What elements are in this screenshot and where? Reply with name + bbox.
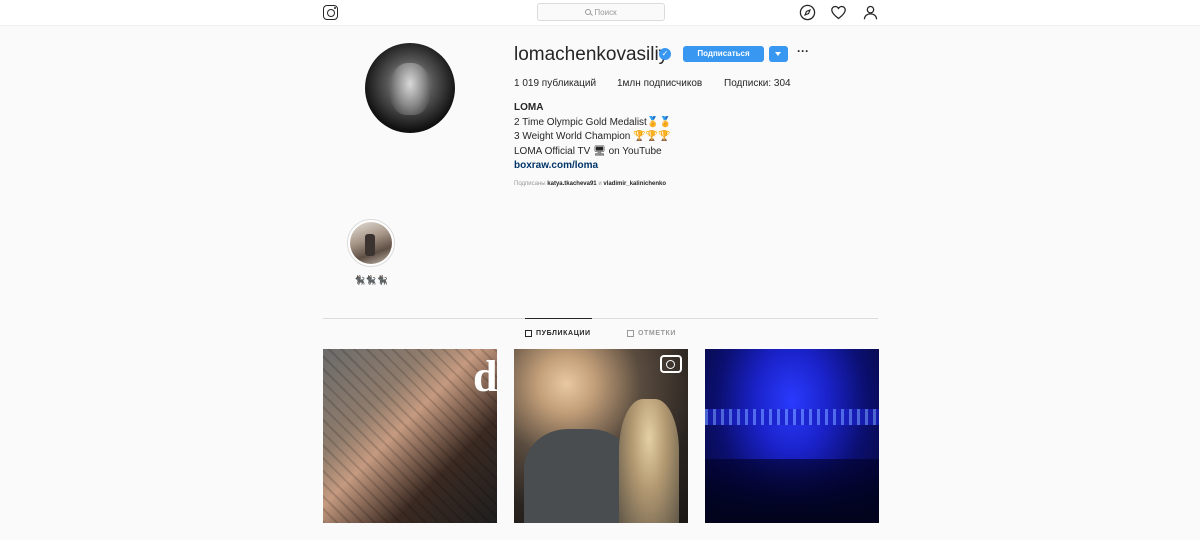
tab-posts[interactable]: ПУБЛИКАЦИИ xyxy=(525,330,591,337)
followed-by-and: и xyxy=(598,181,602,187)
profile-bio: LOMA 2 Time Olympic Gold Medalist🏅🏅 3 We… xyxy=(514,101,672,174)
profile-username: lomachenkovasiliy xyxy=(514,44,669,65)
follow-button[interactable]: Подписаться xyxy=(683,46,764,62)
following-count[interactable]: Подписки: 304 xyxy=(724,78,791,89)
suggestions-dropdown-button[interactable] xyxy=(769,46,788,62)
person-profile-icon[interactable] xyxy=(862,4,879,21)
active-tab-indicator xyxy=(525,318,592,319)
profile-avatar[interactable] xyxy=(365,43,455,133)
post-thumbnail[interactable] xyxy=(705,349,879,523)
bio-line: 2 Time Olympic Gold Medalist🏅🏅 xyxy=(514,116,672,128)
search-placeholder: Поиск xyxy=(594,7,617,17)
more-options-icon[interactable]: ··· xyxy=(797,44,809,58)
followed-by-prefix: Подписаны xyxy=(514,181,546,187)
posts-count: 1 019 публикаций xyxy=(514,78,597,89)
search-input[interactable]: Поиск xyxy=(537,3,665,21)
post-thumbnail[interactable] xyxy=(323,349,497,523)
heart-activity-icon[interactable] xyxy=(830,4,847,21)
tab-tagged[interactable]: ОТМЕТКИ xyxy=(627,330,676,337)
compass-explore-icon[interactable] xyxy=(799,4,816,21)
bio-website-link[interactable]: boxraw.com/loma xyxy=(514,159,672,174)
followed-by-user-link[interactable]: vladimir_kalinichenko xyxy=(603,181,666,187)
post-thumbnail[interactable] xyxy=(514,349,688,523)
story-highlight-cover[interactable] xyxy=(350,222,392,264)
grid-icon xyxy=(525,330,532,337)
bio-line: LOMA Official TV 🖥 on YouTube xyxy=(514,145,662,157)
followed-by-text: Подписаны katya.tkacheva91 и vladimir_ka… xyxy=(514,181,666,187)
bio-name: LOMA xyxy=(514,102,544,113)
verified-badge-icon: ✓ xyxy=(659,48,671,60)
video-camera-icon xyxy=(660,355,682,373)
followers-count[interactable]: 1млн подписчиков xyxy=(617,78,702,89)
tagged-icon xyxy=(627,330,634,337)
tab-tagged-label: ОТМЕТКИ xyxy=(638,330,677,337)
tab-posts-label: ПУБЛИКАЦИИ xyxy=(536,330,591,337)
bio-line: 3 Weight World Champion 🏆🏆🏆 xyxy=(514,131,671,143)
top-navigation-bar: Поиск xyxy=(0,0,1200,26)
search-icon xyxy=(585,9,592,15)
instagram-camera-icon[interactable] xyxy=(323,5,338,20)
story-highlight-label: 🐈‍⬛🐈‍⬛🐈‍⬛ xyxy=(354,275,388,285)
followed-by-user-link[interactable]: katya.tkacheva91 xyxy=(547,181,596,187)
tabs-divider xyxy=(323,318,878,319)
